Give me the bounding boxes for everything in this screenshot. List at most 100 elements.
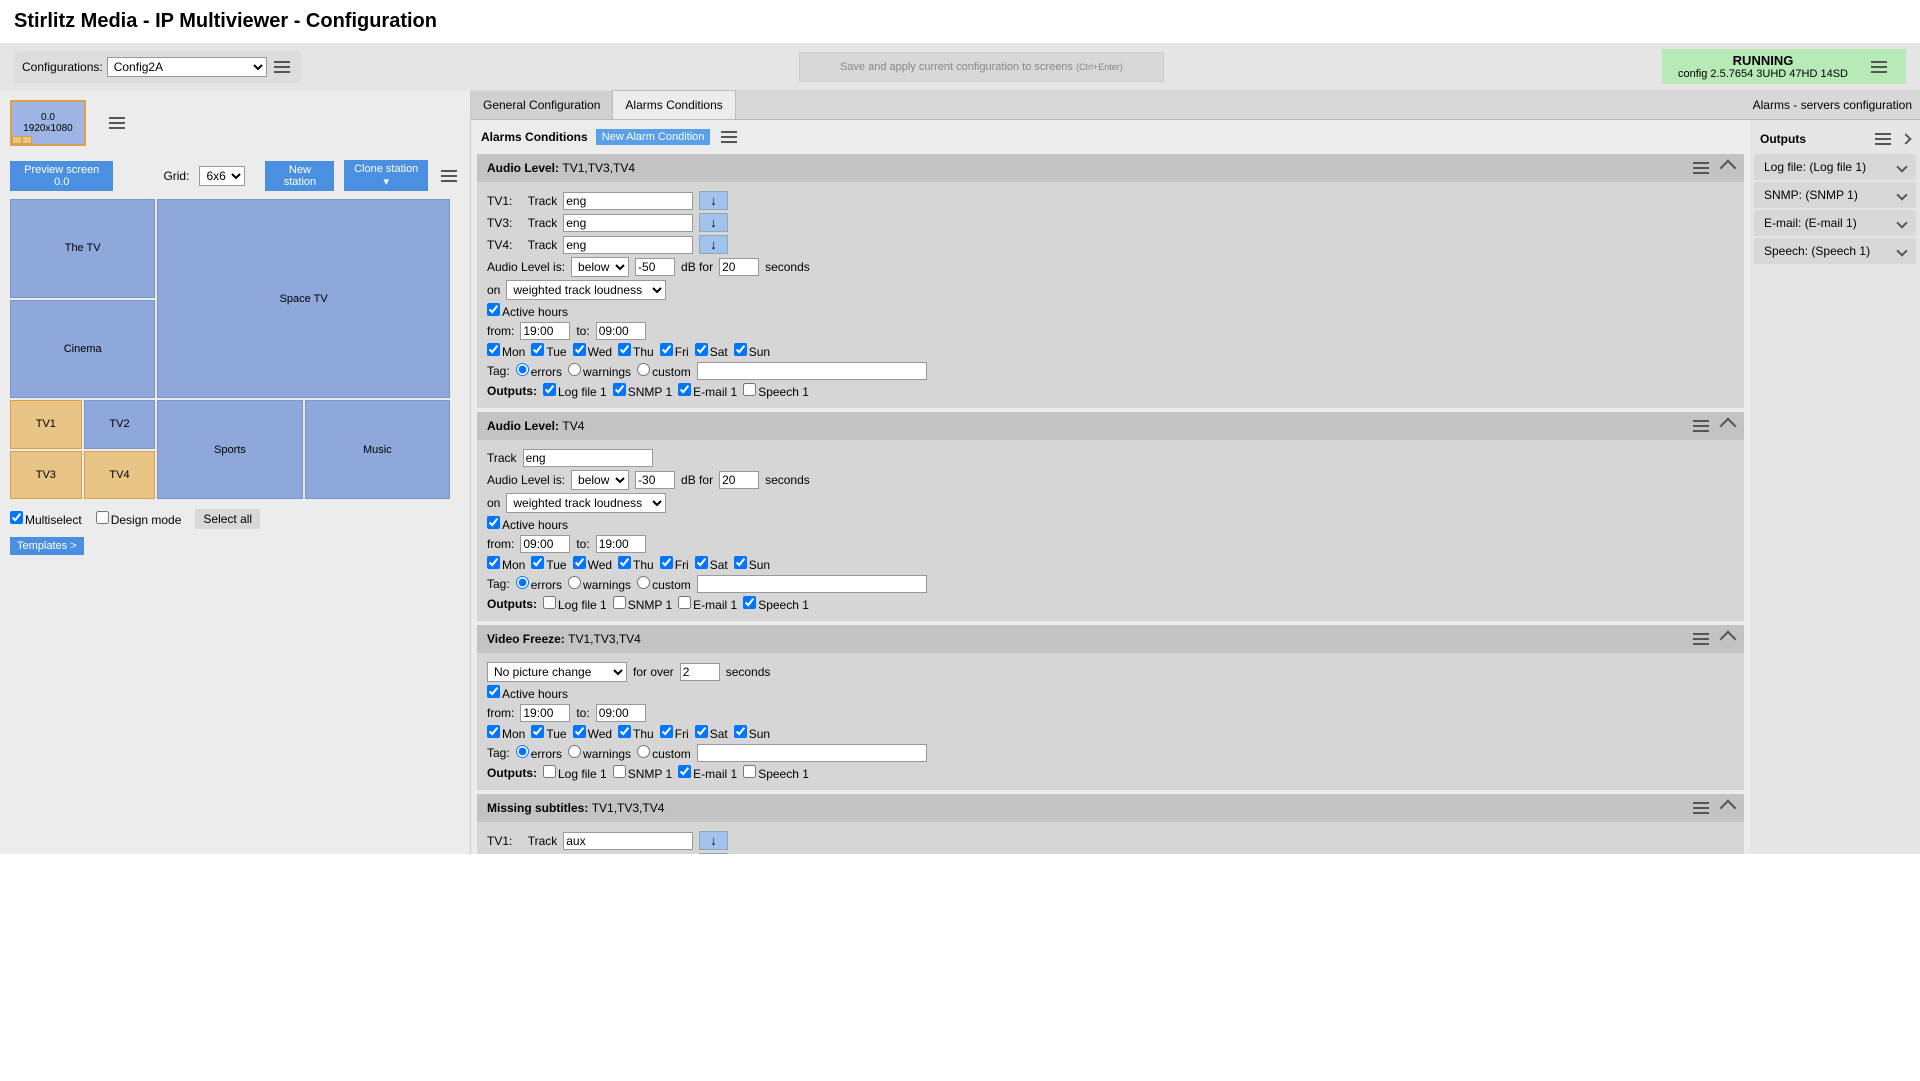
level-compare[interactable]: below xyxy=(571,257,629,277)
page-title: Stirlitz Media - IP Multiviewer - Config… xyxy=(0,0,1920,43)
tile-tv2[interactable]: TV2 xyxy=(84,400,156,448)
chevron-down-icon xyxy=(1896,217,1907,228)
tab-servers-config[interactable]: Alarms - servers configuration xyxy=(1745,94,1920,116)
outputs-expand-icon[interactable] xyxy=(1900,133,1911,144)
tab-general[interactable]: General Configuration xyxy=(471,91,612,119)
save-apply-button[interactable]: Save and apply current configuration to … xyxy=(799,52,1164,82)
new-alarm-button[interactable]: New Alarm Condition xyxy=(596,129,711,145)
alarm-audio-level-1: Audio Level: TV1,TV3,TV4 TV1: Track ↓ TV… xyxy=(477,154,1744,408)
status-running-label: RUNNING xyxy=(1678,53,1848,68)
alarms-list: Audio Level: TV1,TV3,TV4 TV1: Track ↓ TV… xyxy=(471,154,1750,854)
outputs-pane: Outputs Log file: (Log file 1) SNMP: (SN… xyxy=(1750,120,1920,854)
screen-menu-icon[interactable] xyxy=(106,114,128,132)
alarm-menu-icon[interactable] xyxy=(1690,630,1712,648)
preview-screen-button[interactable]: Preview screen 0.0 xyxy=(10,161,113,191)
metric-select[interactable]: weighted track loudness xyxy=(506,493,666,513)
alarm-menu-icon[interactable] xyxy=(1690,159,1712,177)
custom-tag-input[interactable] xyxy=(697,362,927,380)
outputs-title: Outputs xyxy=(1760,132,1806,146)
tile-tv4[interactable]: TV4 xyxy=(84,451,156,499)
alarm-title: Audio Level: xyxy=(487,161,559,175)
config-pane: General Configuration Alarms Conditions … xyxy=(470,90,1920,854)
active-hours-check[interactable]: Active hours xyxy=(487,516,568,532)
apply-down-button[interactable]: ↓ xyxy=(699,191,728,210)
status-panel: RUNNING config 2.5.7654 3UHD 47HD 14SD xyxy=(1662,49,1906,84)
templates-button[interactable]: Templates > xyxy=(10,537,84,555)
alarm-channels: TV1,TV3,TV4 xyxy=(562,161,635,175)
from-input[interactable] xyxy=(520,322,570,340)
multiselect-checkbox[interactable]: Multiselect xyxy=(10,511,82,527)
tile-music[interactable]: Music xyxy=(305,400,450,499)
alarm-channels: TV4 xyxy=(562,419,584,433)
tile-space-tv[interactable]: Space TV xyxy=(157,199,450,398)
screen-layout-pane: 0.0 1920x1080 Preview screen 0.0 Grid: 6… xyxy=(0,90,470,854)
freeze-mode-select[interactable]: No picture change xyxy=(487,662,627,682)
track-input[interactable] xyxy=(563,236,693,254)
chevron-down-icon xyxy=(1896,189,1907,200)
collapse-icon[interactable] xyxy=(1720,800,1737,817)
to-input[interactable] xyxy=(596,535,646,553)
collapse-icon[interactable] xyxy=(1720,160,1737,177)
to-input[interactable] xyxy=(596,322,646,340)
track-input[interactable] xyxy=(563,832,693,850)
design-mode-checkbox[interactable]: Design mode xyxy=(96,511,182,527)
alarm-title: Audio Level: xyxy=(487,419,559,433)
active-hours-check[interactable]: Active hours xyxy=(487,685,568,701)
select-all-button[interactable]: Select all xyxy=(195,509,260,529)
from-input[interactable] xyxy=(520,704,570,722)
tile-tv1[interactable]: TV1 xyxy=(10,400,82,448)
tile-cinema[interactable]: Cinema xyxy=(10,300,155,399)
output-snmp[interactable]: SNMP: (SNMP 1) xyxy=(1754,182,1916,208)
output-email[interactable]: E-mail: (E-mail 1) xyxy=(1754,210,1916,236)
track-input[interactable] xyxy=(563,854,693,855)
apply-down-button[interactable]: ↓ xyxy=(699,831,728,850)
sec-input[interactable] xyxy=(719,471,759,489)
apply-down-button[interactable]: ↓ xyxy=(699,853,728,854)
status-detail: config 2.5.7654 3UHD 47HD 14SD xyxy=(1678,68,1848,80)
grid-label: Grid: xyxy=(163,169,189,183)
collapse-icon[interactable] xyxy=(1720,418,1737,435)
tile-sports[interactable]: Sports xyxy=(157,400,302,499)
tab-alarms[interactable]: Alarms Conditions xyxy=(612,90,735,119)
station-menu-icon[interactable] xyxy=(438,167,460,185)
db-input[interactable] xyxy=(635,471,675,489)
tile-the-tv[interactable]: The TV xyxy=(10,199,155,298)
outputs-menu-icon[interactable] xyxy=(1872,130,1894,148)
alarm-video-freeze: Video Freeze: TV1,TV3,TV4 No picture cha… xyxy=(477,625,1744,790)
grid-select[interactable]: 6x6 xyxy=(199,166,245,186)
custom-tag-input[interactable] xyxy=(697,575,927,593)
db-input[interactable] xyxy=(635,258,675,276)
collapse-icon[interactable] xyxy=(1720,631,1737,648)
configs-label: Configurations: xyxy=(22,60,103,74)
track-input[interactable] xyxy=(563,214,693,232)
level-compare[interactable]: below xyxy=(571,470,629,490)
layout-grid: The TV Space TV Cinema TV1 TV2 TV3 TV4 S… xyxy=(10,199,450,499)
main-toolbar: Configurations: Config2A Save and apply … xyxy=(0,43,1920,90)
status-menu-icon[interactable] xyxy=(1868,58,1890,76)
apply-down-button[interactable]: ↓ xyxy=(699,235,728,254)
track-input[interactable] xyxy=(563,192,693,210)
metric-select[interactable]: weighted track loudness xyxy=(506,280,666,300)
alarm-title: Missing subtitles: xyxy=(487,801,588,815)
sec-input[interactable] xyxy=(719,258,759,276)
screen-thumb[interactable]: 0.0 1920x1080 xyxy=(10,100,86,146)
new-station-button[interactable]: New station xyxy=(265,161,334,191)
apply-down-button[interactable]: ↓ xyxy=(699,213,728,232)
clone-station-button[interactable]: Clone station xyxy=(344,160,428,191)
alarm-menu-icon[interactable] xyxy=(1690,799,1712,817)
alarms-menu-icon[interactable] xyxy=(718,128,740,146)
to-input[interactable] xyxy=(596,704,646,722)
config-select[interactable]: Config2A xyxy=(107,57,267,77)
output-speech[interactable]: Speech: (Speech 1) xyxy=(1754,238,1916,264)
from-input[interactable] xyxy=(520,535,570,553)
config-menu-icon[interactable] xyxy=(271,58,293,76)
track-input[interactable] xyxy=(523,449,653,467)
alarm-menu-icon[interactable] xyxy=(1690,417,1712,435)
chevron-down-icon xyxy=(1896,245,1907,256)
active-hours-check[interactable]: Active hours xyxy=(487,303,568,319)
chevron-down-icon xyxy=(1896,161,1907,172)
sec-input[interactable] xyxy=(680,663,720,681)
output-logfile[interactable]: Log file: (Log file 1) xyxy=(1754,154,1916,180)
custom-tag-input[interactable] xyxy=(697,744,927,762)
tile-tv3[interactable]: TV3 xyxy=(10,451,82,499)
